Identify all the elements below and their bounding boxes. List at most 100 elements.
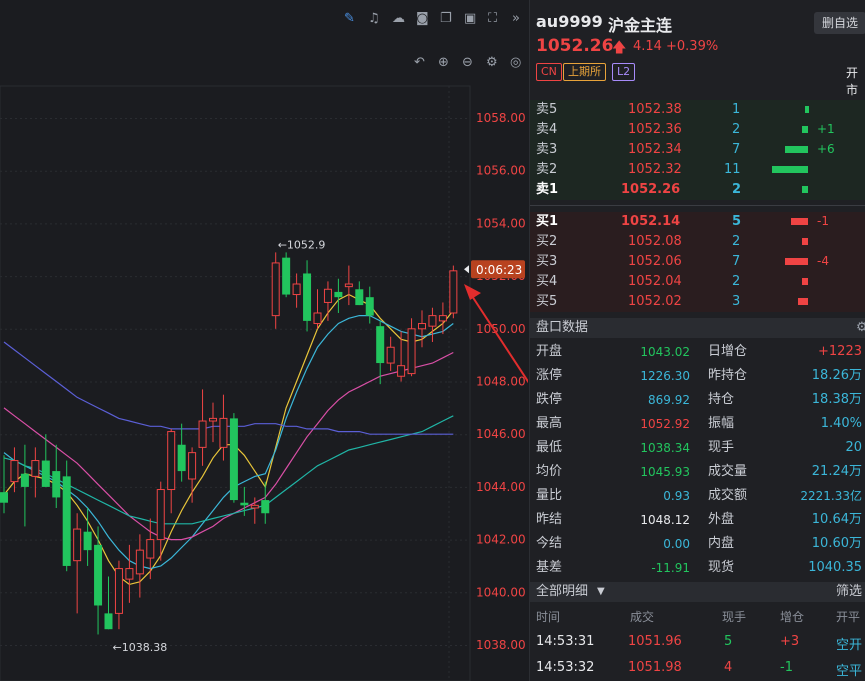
quote-panel: au9999 沪金主连 删自选 1052.26 🡅 4.14 +0.39% CN… [529,0,865,681]
trades-table: 时间 成交 现手 增仓 开平 14:53:31 1051.96 5 +3 空开 14:53:32 10… [530,604,865,681]
price-tick-label: 1054.00 [476,216,526,230]
stat-label: 现手 [708,440,735,455]
candle-body [31,460,40,477]
filter-button[interactable]: 筛选 [836,582,862,602]
bid-row[interactable]: 买4 1052.04 2 [530,272,865,291]
level-label: 卖3 [536,142,558,157]
trade-cell: 4 [724,660,733,675]
stat-value: 1040.35 [808,560,862,575]
price-tick-label: 1042.00 [476,533,526,547]
level-volume: 2 [732,182,742,197]
candlestick-chart[interactable]: 1058.001056.001054.001052.001050.001048.… [0,0,528,681]
candle-body [438,315,447,322]
candle-body [397,365,406,377]
stat-label: 成交额 [708,488,748,503]
ask-row[interactable]: 卖1 1052.26 2 [530,180,865,199]
trades-title[interactable]: 全部明细 [536,582,588,602]
stat-label: 昨结 [536,512,563,527]
delete-watchlist-button[interactable]: 删自选 [814,12,865,34]
badge-cn: CN [536,63,562,81]
stat-label: 跌停 [536,392,563,407]
candle-body [365,297,374,316]
candle-body [52,471,61,498]
level-price: 1052.34 [628,142,682,157]
level-volume: 1 [732,102,741,117]
stat-value: +1223 [818,344,862,359]
candle-body [62,476,71,566]
level-label: 卖5 [536,102,558,117]
symbol-code: au9999 [536,12,603,31]
ask-row[interactable]: 卖5 1052.38 1 [530,100,865,119]
level-price: 1052.06 [628,254,682,269]
level-volume: 2 [732,274,741,289]
countdown-label: 0:06:23 [476,263,522,277]
panel-title: 盘口数据 [536,320,589,335]
gear-icon[interactable]: ⚙ [856,318,865,338]
chart-panel[interactable]: ✎ ♫ ☁ ◙ ❐ ▣ ⛶ » ↶ ⊕ ⊖ ⚙ ◎ 1058.00 1056.00… [0,0,528,681]
candle-body [209,417,217,422]
level-label: 买4 [536,274,558,289]
level-label: 卖2 [536,162,558,177]
ask-row[interactable]: 卖2 1052.32 11 [530,160,865,179]
candle-body [156,489,165,541]
arrow-up-icon: 🡅 [612,40,627,56]
stat-value: 21.24万 [811,464,862,479]
trades-column-header: 成交 [630,610,655,624]
level-volume: 5 [732,214,742,229]
price-change-pct: +0.39% [666,39,719,54]
ask-row[interactable]: 卖3 1052.34 7 +6 [530,140,865,159]
candle-body [250,504,259,509]
bid-row[interactable]: 买5 1052.02 3 [530,292,865,311]
stat-value: 10.64万 [811,512,862,527]
candle-body [355,289,364,306]
trade-cell: 1051.98 [628,660,682,675]
candle-body [20,473,29,487]
ma-line-ma20 [3,351,454,541]
low-price-label: ←1038.38 [113,641,168,654]
level-price: 1052.04 [628,274,682,289]
trades-column-header: 开平 [836,610,861,624]
level-bar [785,146,808,153]
stat-value: -11.91 [651,561,690,575]
stat-value: 869.92 [648,393,690,407]
price-tick-label: 1050.00 [476,322,526,336]
bid-row[interactable]: 买2 1052.08 2 [530,232,865,251]
level-label: 卖1 [536,182,559,197]
level-bar [785,258,808,265]
level-volume: 11 [724,162,741,177]
stat-value: 1048.12 [640,513,690,527]
candle-body [303,273,312,321]
stat-value: 0.00 [663,537,690,551]
level-delta: +6 [817,142,835,156]
high-price-label: ←1052.9 [278,238,326,251]
stat-value: 20 [845,440,862,455]
stat-value: 2221.33亿 [800,489,862,503]
price-tick-label: 1056.00 [476,164,526,178]
level-bar [798,298,808,305]
stat-label: 涨停 [536,368,563,383]
candle-body [10,460,19,483]
stat-value: 1038.34 [640,441,690,455]
trades-column-header: 时间 [536,610,561,624]
panel-header: 盘口数据 ⚙ [530,318,865,338]
stat-label: 今结 [536,536,563,551]
bid-row[interactable]: 买1 1052.14 5 -1 [530,212,865,231]
stats-grid: 开盘 1043.02 涨停 1226.30 跌停 869.92 最高 1052.92 最低 103… [530,340,865,580]
ask-row[interactable]: 卖4 1052.36 2 +1 [530,120,865,139]
candle-body [167,431,176,491]
candle-body [323,288,332,303]
level-label: 买3 [536,254,558,269]
stat-label: 昨持仓 [708,368,748,383]
level-volume: 7 [732,142,741,157]
stat-label: 最低 [536,440,563,455]
level-bar [802,238,808,245]
bid-row[interactable]: 买3 1052.06 7 -4 [530,252,865,271]
level-price: 1052.14 [621,214,681,229]
dropdown-icon[interactable]: ▼ [597,582,605,602]
stat-label: 开盘 [536,344,563,359]
level-bar [802,278,808,285]
level-bar [802,186,808,193]
candle-body [334,291,343,298]
level-delta: +1 [817,122,835,136]
trade-cell: 空平 [836,664,863,679]
